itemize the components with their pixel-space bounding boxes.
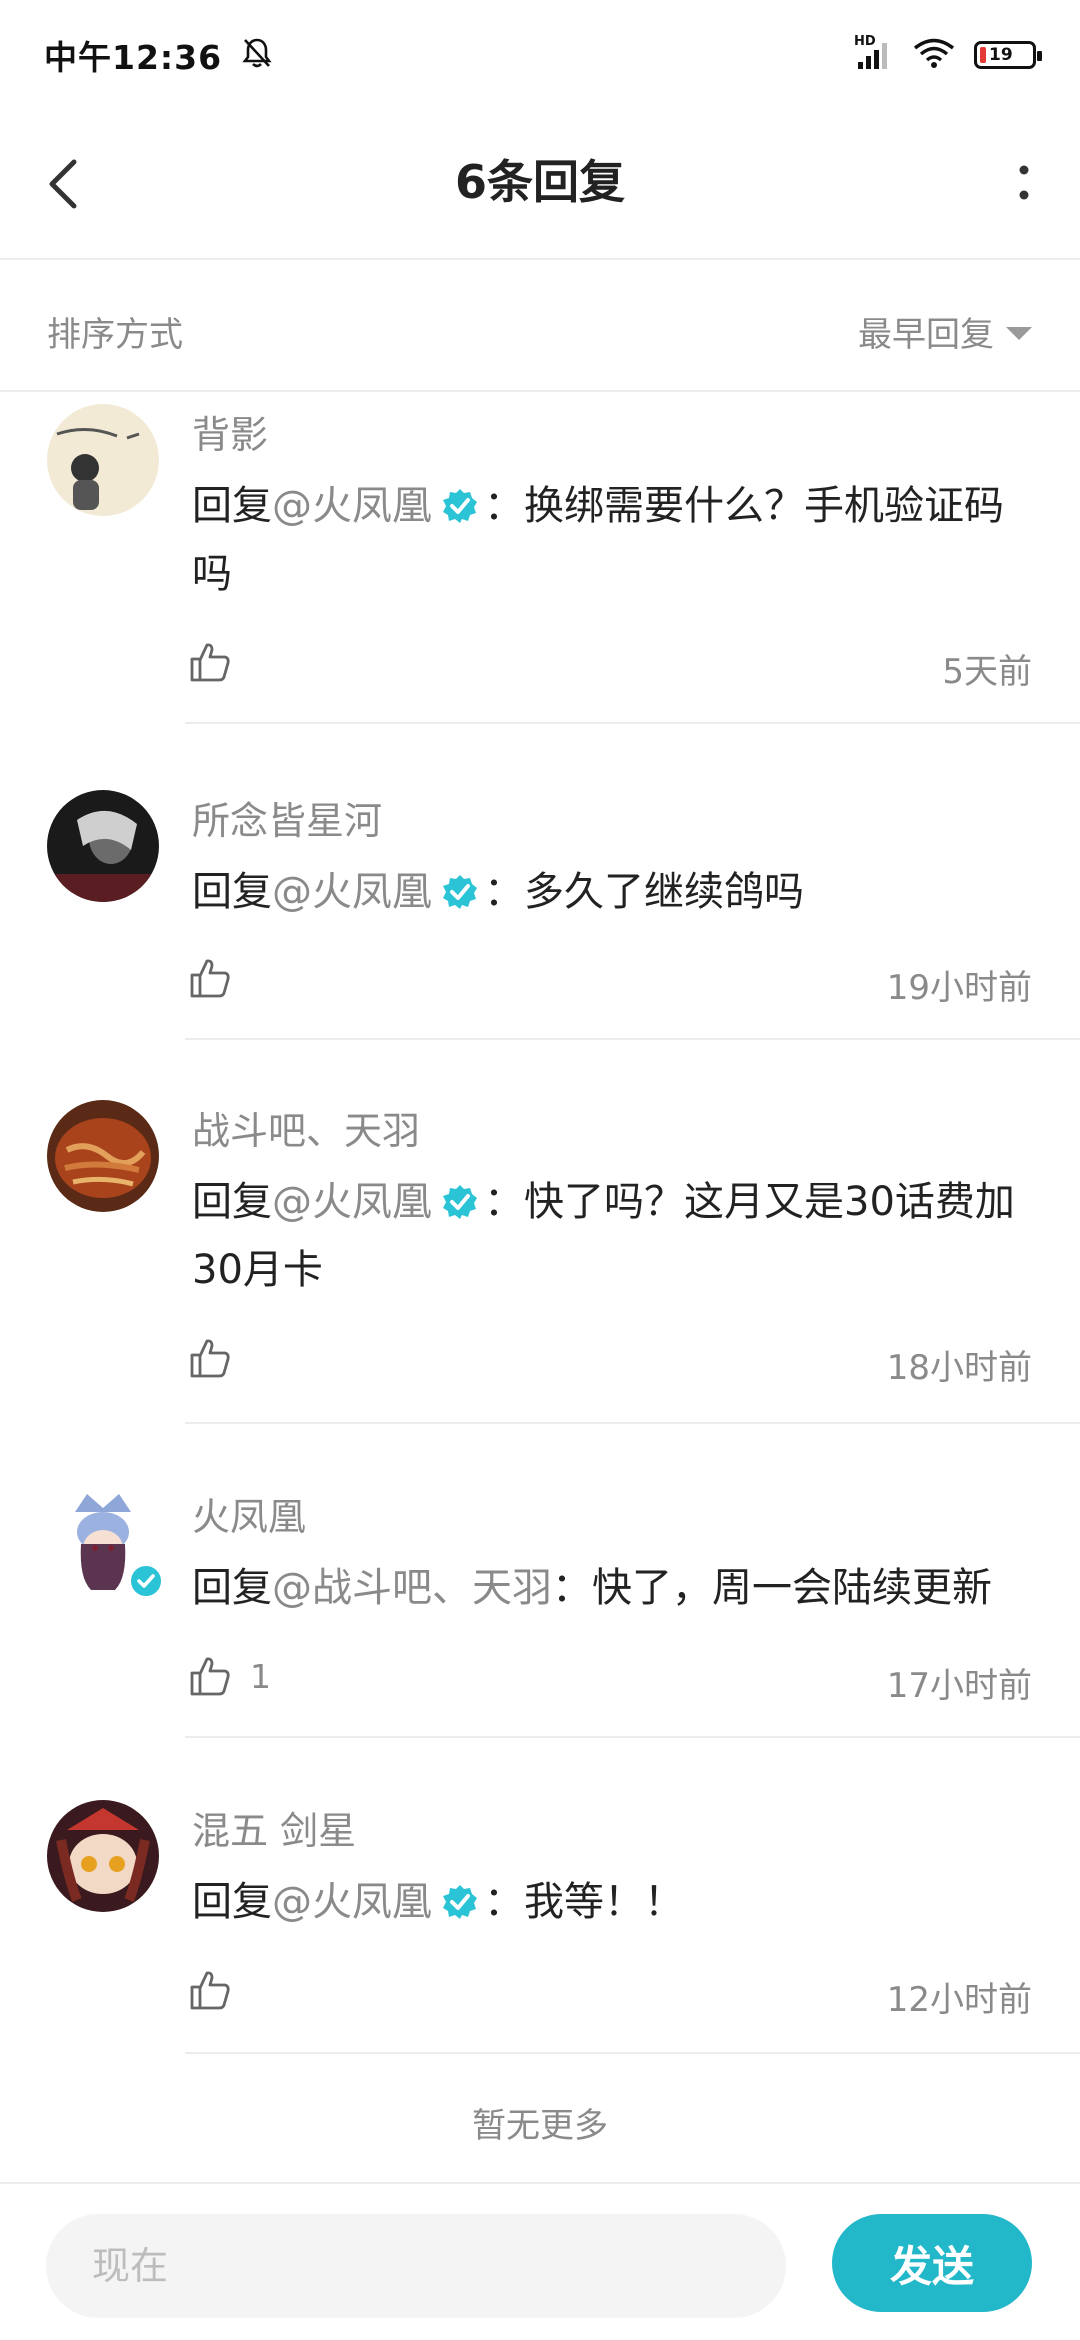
mention-link[interactable]: @火凤凰: [272, 869, 432, 915]
battery-icon: 19: [974, 41, 1042, 69]
reply-content: 回复@火凤凰 ：我等！！: [192, 1868, 1032, 1936]
reply-username[interactable]: 所念皆星河: [192, 790, 382, 845]
reply-item: 混五 剑星 回复@火凤凰 ：我等！！ 12小时前: [0, 1738, 1080, 2054]
thumbs-up-icon: [190, 1657, 230, 1696]
like-button[interactable]: [188, 640, 250, 684]
status-time: 中午12:36: [44, 38, 223, 77]
reply-message: ：快了，周一会陆续更新: [552, 1565, 992, 1611]
verified-icon: [442, 1184, 478, 1220]
reply-prefix: 回复: [192, 1565, 272, 1611]
reply-prefix: 回复: [192, 483, 272, 529]
reply-prefix: 回复: [192, 1179, 272, 1225]
sort-label: 排序方式: [47, 315, 183, 355]
battery-level: 19: [989, 45, 1013, 65]
mute-bell-icon: [242, 37, 272, 73]
no-more-label: 暂无更多: [472, 2106, 608, 2146]
reply-item: 火凤凰 回复@战斗吧、天羽：快了，周一会陆续更新 1 17小时前: [0, 1424, 1080, 1738]
sort-bar: 排序方式 最早回复: [0, 262, 1080, 392]
reply-message: ：多久了继续鸽吗: [484, 869, 804, 915]
sort-order-dropdown[interactable]: 最早回复: [858, 307, 1032, 356]
reply-input[interactable]: [46, 2214, 786, 2318]
page-title: 6条回复: [454, 155, 625, 209]
reply-content: 回复@火凤凰 ：换绑需要什么？手机验证码吗: [192, 472, 1032, 608]
reply-timestamp: 18小时前: [886, 1348, 1032, 1388]
mention-link[interactable]: @火凤凰: [272, 483, 432, 529]
reply-username[interactable]: 战斗吧、天羽: [192, 1100, 420, 1155]
cellular-signal-icon: HD: [854, 34, 894, 70]
mention-link[interactable]: @火凤凰: [272, 1179, 432, 1225]
thumbs-up-icon: [190, 643, 230, 682]
like-button[interactable]: [188, 1336, 250, 1380]
reply-timestamp: 5天前: [942, 652, 1032, 692]
more-vertical-icon: [1019, 165, 1029, 200]
wifi-icon: [912, 37, 956, 73]
reply-username[interactable]: 混五 剑星: [192, 1800, 356, 1855]
reply-username[interactable]: 火凤凰: [192, 1486, 306, 1541]
sort-selected-value: 最早回复: [858, 315, 994, 355]
reply-content: 回复@火凤凰 ：多久了继续鸽吗: [192, 858, 1032, 926]
user-avatar[interactable]: [47, 1100, 159, 1212]
avatar: [47, 790, 159, 902]
avatar: [47, 1800, 159, 1912]
status-bar: 中午12:36 HD 19: [0, 0, 1080, 110]
thumbs-up-icon: [190, 1971, 230, 2010]
reply-timestamp: 12小时前: [886, 1980, 1032, 2020]
user-avatar[interactable]: [47, 1800, 159, 1912]
reply-composer: 发送: [0, 2182, 1080, 2340]
reply-prefix: 回复: [192, 1879, 272, 1925]
reply-item: 战斗吧、天羽 回复@火凤凰 ：快了吗？这月又是30话费加30月卡 18小时前: [0, 1040, 1080, 1424]
thumbs-up-icon: [190, 1339, 230, 1378]
dropdown-caret-icon: [1006, 327, 1032, 340]
reply-prefix: 回复: [192, 869, 272, 915]
user-avatar[interactable]: [47, 404, 159, 516]
user-avatar[interactable]: [47, 790, 159, 902]
like-button[interactable]: [188, 1968, 250, 2012]
thumbs-up-icon: [190, 959, 230, 998]
reply-message: ：我等！！: [484, 1879, 684, 1925]
avatar: [47, 404, 159, 516]
verified-icon: [442, 488, 478, 524]
network-type-label: HD: [854, 34, 876, 49]
verified-icon: [442, 1884, 478, 1920]
verified-badge-icon: [127, 1562, 165, 1600]
like-button[interactable]: [188, 956, 250, 1000]
user-avatar[interactable]: [47, 1486, 165, 1600]
reply-timestamp: 19小时前: [886, 968, 1032, 1008]
mention-link[interactable]: @火凤凰: [272, 1879, 432, 1925]
like-button[interactable]: 1: [188, 1654, 271, 1698]
avatar: [47, 1100, 159, 1212]
reply-timestamp: 17小时前: [886, 1666, 1032, 1706]
reply-item: 所念皆星河 回复@火凤凰 ：多久了继续鸽吗 19小时前: [0, 724, 1080, 1040]
app-header: 6条回复: [0, 110, 1080, 260]
reply-content: 回复@战斗吧、天羽：快了，周一会陆续更新: [192, 1554, 1032, 1622]
verified-icon: [442, 874, 478, 910]
like-count: 1: [250, 1656, 271, 1696]
reply-item: 背影 回复@火凤凰 ：换绑需要什么？手机验证码吗 5天前: [0, 392, 1080, 724]
more-options-button[interactable]: [1004, 150, 1044, 220]
mention-link[interactable]: @战斗吧、天羽: [272, 1565, 552, 1611]
reply-username[interactable]: 背影: [192, 404, 268, 459]
divider: [185, 2052, 1080, 2054]
reply-content: 回复@火凤凰 ：快了吗？这月又是30话费加30月卡: [192, 1168, 1032, 1304]
send-button[interactable]: 发送: [832, 2214, 1032, 2312]
